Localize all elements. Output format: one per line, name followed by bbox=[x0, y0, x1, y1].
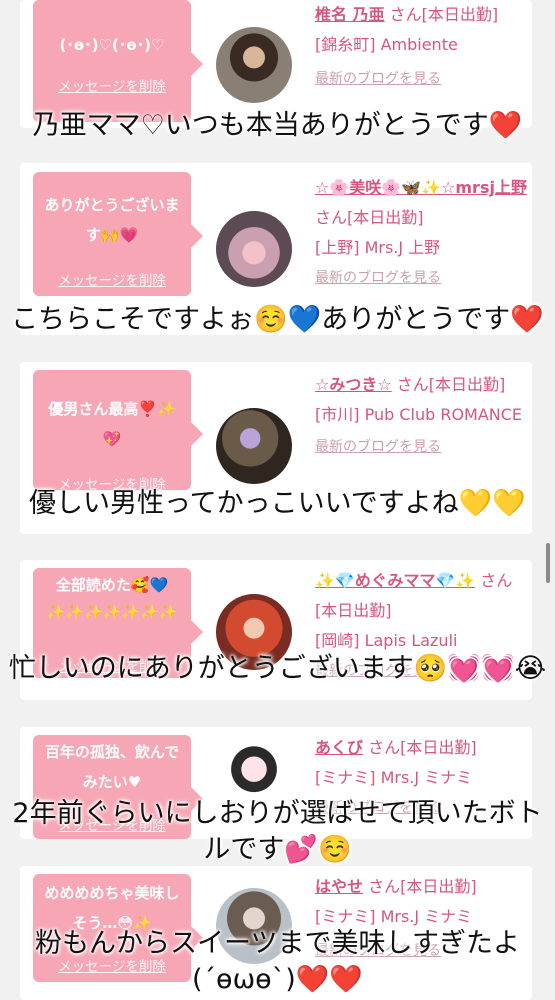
shop-label: [ミナミ] Mrs.J ミナミ bbox=[315, 768, 473, 787]
delete-message-link[interactable]: メッセージを削除 bbox=[33, 266, 191, 296]
scrollbar-thumb[interactable] bbox=[546, 543, 550, 583]
cast-info: ☆🌸美咲🌸🦋✨☆mrsj上野 さん[本日出勤] [上野] Mrs.J 上野 最新… bbox=[315, 173, 527, 293]
overlay-caption: 優しい男性ってかっこいいですよね💛💛 bbox=[28, 488, 527, 519]
overlay-caption: 忙しいのにありがとうございます🥺💓💓😭 bbox=[8, 653, 547, 684]
on-duty-label: さん[本日出勤] bbox=[368, 738, 477, 757]
shop-label: [上野] Mrs.J 上野 bbox=[315, 238, 441, 257]
cast-name-link[interactable]: ☆🌸美咲🌸🦋✨☆mrsj上野 bbox=[315, 178, 527, 197]
message-text: ありがとうございます🙌💗 bbox=[44, 196, 180, 244]
overlay-caption: 粉もんからスイーツまで美味しすぎたよ(´ѳωѳ`)❤️❤️ bbox=[35, 928, 520, 995]
message-text: (･ө･)♡(･ө･)♡ bbox=[59, 36, 165, 54]
message-bubble: ありがとうございます🙌💗 メッセージを削除 bbox=[33, 172, 203, 296]
message-text: 百年の孤独、飲んでみたい♥ bbox=[44, 743, 180, 791]
cast-info: ☆みつき☆ さん[本日出勤] [市川] Pub Club ROMANCE 最新の… bbox=[315, 370, 527, 462]
avatar[interactable] bbox=[216, 27, 292, 103]
message-text: 優男さん最高❣️✨💖 bbox=[48, 400, 176, 448]
overlay-caption: 2年前ぐらいにしおりが選ばせて頂いたボトルです💕☺️ bbox=[12, 798, 543, 865]
on-duty-label: さん[本日出勤] bbox=[368, 877, 477, 896]
on-duty-label: さん[本日出勤] bbox=[389, 5, 499, 24]
message-text: 全部読めた🥰💙✨✨✨✨✨✨✨ bbox=[46, 576, 178, 621]
latest-blog-link[interactable]: 最新のブログを見る bbox=[315, 64, 527, 94]
message-bubble: 優男さん最高❣️✨💖 メッセージを削除 bbox=[33, 370, 203, 493]
on-duty-label: さん[本日出勤] bbox=[315, 208, 424, 227]
overlay-caption: 乃亜ママ♡いつも本当ありがとうです❤️ bbox=[32, 110, 523, 141]
avatar[interactable] bbox=[216, 211, 292, 287]
cast-name-link[interactable]: はやせ bbox=[315, 877, 363, 896]
latest-blog-link[interactable]: 最新のブログを見る bbox=[315, 263, 527, 293]
message-bubble: (･ө･)♡(･ө･)♡ メッセージを削除 bbox=[33, 0, 203, 122]
cast-name-link[interactable]: あくび bbox=[315, 738, 363, 757]
cast-name-link[interactable]: 椎名 乃亜 bbox=[315, 5, 385, 24]
overlay-caption: こちらこそですよぉ☺️💙ありがとうです❤️ bbox=[11, 304, 544, 335]
cast-name-link[interactable]: ☆みつき☆ bbox=[315, 375, 392, 394]
cast-info: 椎名 乃亜 さん[本日出勤] [錦糸町] Ambiente 最新のブログを見る bbox=[315, 0, 527, 94]
latest-blog-link[interactable]: 最新のブログを見る bbox=[315, 432, 527, 462]
avatar[interactable] bbox=[216, 408, 292, 484]
shop-label: [市川] Pub Club ROMANCE bbox=[315, 405, 523, 424]
delete-message-link[interactable]: メッセージを削除 bbox=[33, 72, 191, 102]
cast-name-link[interactable]: ✨💎めぐみママ💎✨ bbox=[315, 571, 475, 590]
shop-label: [錦糸町] Ambiente bbox=[315, 35, 458, 54]
on-duty-label: さん[本日出勤] bbox=[396, 375, 506, 394]
